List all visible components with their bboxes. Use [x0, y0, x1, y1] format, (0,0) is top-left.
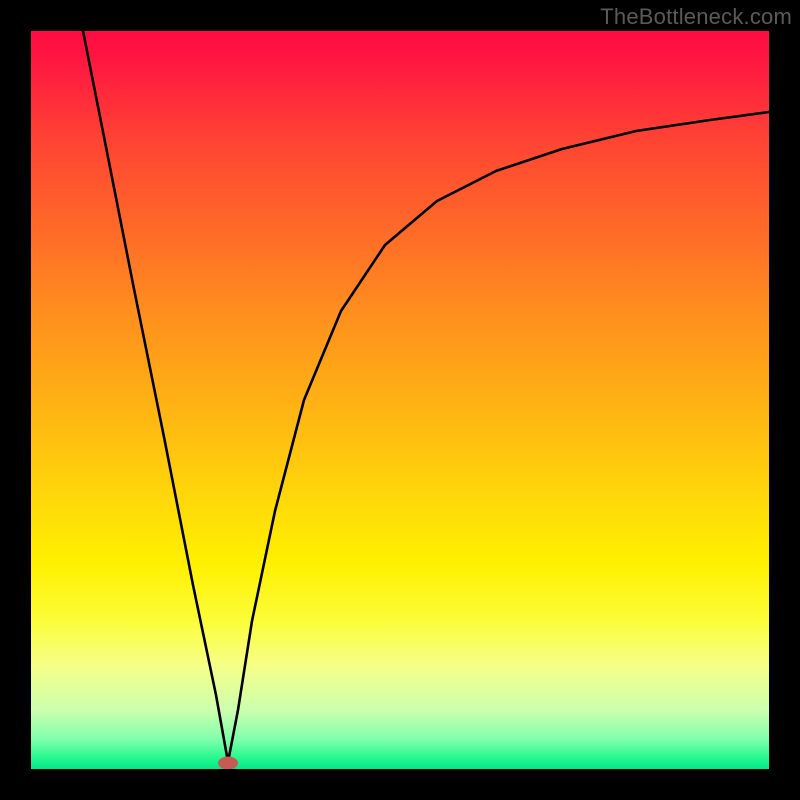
- optimum-marker: [218, 757, 238, 770]
- bottleneck-curve: [83, 31, 769, 762]
- watermark-text: TheBottleneck.com: [600, 4, 792, 30]
- plot-area: [31, 31, 769, 769]
- chart-frame: TheBottleneck.com: [0, 0, 800, 800]
- curve-layer: [31, 31, 769, 769]
